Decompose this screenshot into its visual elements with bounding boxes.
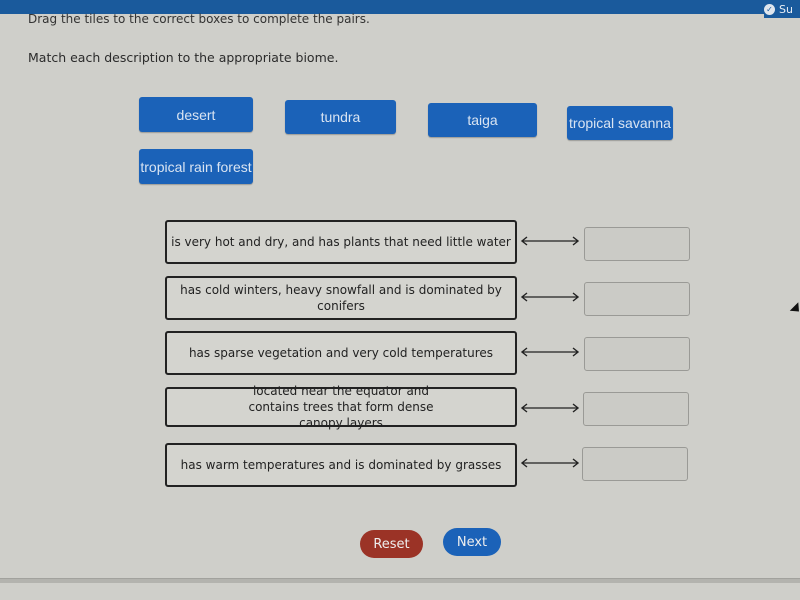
instruction-text: Drag the tiles to the correct boxes to c… [28, 12, 370, 26]
footer-divider [0, 578, 800, 583]
submit-label: Su [779, 2, 793, 16]
description-box: has sparse vegetation and very cold temp… [165, 331, 517, 375]
double-arrow-icon [520, 236, 580, 246]
description-box: has warm temperatures and is dominated b… [165, 443, 517, 487]
description-box: has cold winters, heavy snowfall and is … [165, 276, 517, 320]
tile-tundra[interactable]: tundra [285, 100, 396, 134]
drop-target-box[interactable] [584, 282, 690, 316]
double-arrow-icon [520, 347, 580, 357]
drop-target-box[interactable] [583, 392, 689, 426]
tile-tropical-savanna[interactable]: tropical savanna [567, 106, 673, 140]
tile-tropical-rain-forest[interactable]: tropical rain forest [139, 149, 253, 184]
mouse-cursor-icon [789, 302, 800, 316]
drop-target-box[interactable] [582, 447, 688, 481]
double-arrow-icon [520, 403, 580, 413]
drop-target-box[interactable] [584, 227, 690, 261]
double-arrow-icon [520, 458, 580, 468]
question-prompt: Match each description to the appropriat… [28, 50, 339, 65]
description-box: is very hot and dry, and has plants that… [165, 220, 517, 264]
tile-taiga[interactable]: taiga [428, 103, 537, 137]
drop-target-box[interactable] [584, 337, 690, 371]
submit-button[interactable]: ✓ Su [764, 0, 800, 18]
tile-desert[interactable]: desert [139, 97, 253, 132]
double-arrow-icon [520, 292, 580, 302]
description-box: located near the equator and contains tr… [165, 384, 517, 430]
check-circle-icon: ✓ [764, 3, 775, 15]
reset-button[interactable]: Reset [360, 530, 423, 558]
next-button[interactable]: Next [443, 528, 501, 556]
